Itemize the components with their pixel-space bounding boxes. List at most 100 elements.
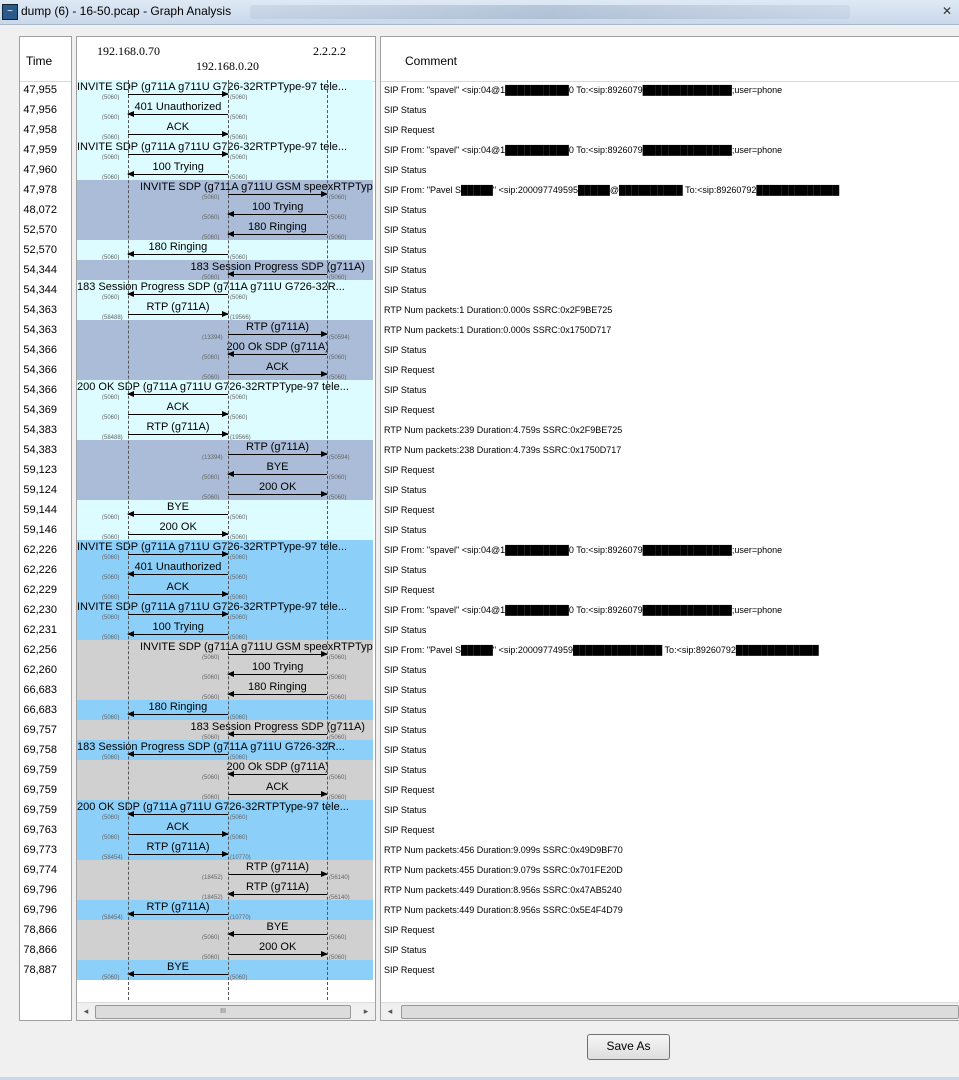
flow-message-row[interactable]: 183 Session Progress SDP (g711A) (5060) (5… — [77, 720, 373, 741]
comment-cell[interactable]: SIP Request — [381, 580, 959, 600]
time-cell[interactable]: 78,866 — [20, 920, 71, 940]
flow-message-row[interactable]: INVITE SDP (g711A g711U G726-32RTPType-9… — [77, 600, 373, 621]
comment-cell[interactable]: SIP Status — [381, 260, 959, 280]
time-cell[interactable]: 69,763 — [20, 820, 71, 840]
flow-message-row[interactable]: 100 Trying (5060) (5060) — [77, 160, 373, 181]
time-cell[interactable]: 62,226 — [20, 560, 71, 580]
flow-message-row[interactable]: RTP (g711A) (58454) (10770) — [77, 900, 373, 921]
flow-message-row[interactable]: BYE (5060) (5060) — [77, 960, 373, 981]
flow-message-row[interactable]: RTP (g711A) (58488) (19566) — [77, 420, 373, 441]
flow-message-row[interactable]: 200 OK (5060) (5060) — [77, 480, 373, 501]
comment-cell[interactable]: SIP Request — [381, 500, 959, 520]
flow-message-row[interactable]: 183 Session Progress SDP (g711A g711U G7… — [77, 280, 373, 301]
flow-message-row[interactable]: RTP (g711A) (13394) (50594) — [77, 320, 373, 341]
flow-message-row[interactable]: 100 Trying (5060) (5060) — [77, 620, 373, 641]
comment-cell[interactable]: SIP Request — [381, 920, 959, 940]
flow-message-row[interactable]: ACK (5060) (5060) — [77, 360, 373, 381]
comment-horizontal-scrollbar[interactable]: ◂ — [381, 1002, 959, 1020]
time-cell[interactable]: 54,344 — [20, 280, 71, 300]
comment-cell[interactable]: SIP Status — [381, 100, 959, 120]
comment-cell[interactable]: RTP Num packets:455 Duration:9.079s SSRC… — [381, 860, 959, 880]
time-cell[interactable]: 78,887 — [20, 960, 71, 980]
scroll-left-arrow-icon[interactable]: ◂ — [383, 1004, 397, 1018]
time-cell[interactable]: 66,683 — [20, 700, 71, 720]
time-cell[interactable]: 52,570 — [20, 240, 71, 260]
flow-message-row[interactable]: INVITE SDP (g711A g711U G726-32RTPType-9… — [77, 80, 373, 101]
time-cell[interactable]: 59,124 — [20, 480, 71, 500]
time-cell[interactable]: 59,146 — [20, 520, 71, 540]
flow-message-row[interactable]: 200 OK (5060) (5060) — [77, 940, 373, 961]
flow-message-row[interactable]: BYE (5060) (5060) — [77, 460, 373, 481]
comment-cell[interactable]: RTP Num packets:1 Duration:0.000s SSRC:0… — [381, 320, 959, 340]
comment-cell[interactable]: SIP Status — [381, 520, 959, 540]
time-cell[interactable]: 47,958 — [20, 120, 71, 140]
flow-message-row[interactable]: 100 Trying (5060) (5060) — [77, 660, 373, 681]
time-cell[interactable]: 54,344 — [20, 260, 71, 280]
time-cell[interactable]: 59,123 — [20, 460, 71, 480]
flow-message-row[interactable]: 200 Ok SDP (g711A) (5060) (5060) — [77, 340, 373, 361]
flow-message-row[interactable]: INVITE SDP (g711A g711U G726-32RTPType-9… — [77, 540, 373, 561]
time-cell[interactable]: 66,683 — [20, 680, 71, 700]
flow-message-row[interactable]: 180 Ringing (5060) (5060) — [77, 700, 373, 721]
flow-message-row[interactable]: BYE (5060) (5060) — [77, 500, 373, 521]
time-cell[interactable]: 69,757 — [20, 720, 71, 740]
time-cell[interactable]: 59,144 — [20, 500, 71, 520]
close-button[interactable]: ✕ — [939, 3, 955, 19]
flow-message-row[interactable]: 180 Ringing (5060) (5060) — [77, 240, 373, 261]
flow-message-row[interactable]: 180 Ringing (5060) (5060) — [77, 220, 373, 241]
comment-cell[interactable]: SIP Status — [381, 240, 959, 260]
flow-message-row[interactable]: 200 OK SDP (g711A g711U G726-32RTPType-9… — [77, 800, 373, 821]
time-cell[interactable]: 69,796 — [20, 900, 71, 920]
flow-message-row[interactable]: 200 OK SDP (g711A g711U G726-32RTPType-9… — [77, 380, 373, 401]
comment-cell[interactable]: SIP Status — [381, 220, 959, 240]
time-column-panel[interactable]: Time 47,955 47,956 47,958 47,959 47,960 47,97… — [19, 36, 72, 1021]
flow-message-row[interactable]: ACK (5060) (5060) — [77, 400, 373, 421]
comment-column-panel[interactable]: Comment SIP From: "spavel" <sip:04@1████… — [380, 36, 959, 1021]
time-cell[interactable]: 52,570 — [20, 220, 71, 240]
time-cell[interactable]: 54,363 — [20, 300, 71, 320]
comment-cell[interactable]: RTP Num packets:456 Duration:9.099s SSRC… — [381, 840, 959, 860]
comment-cell[interactable]: RTP Num packets:239 Duration:4.759s SSRC… — [381, 420, 959, 440]
time-cell[interactable]: 54,363 — [20, 320, 71, 340]
flow-message-row[interactable]: 100 Trying (5060) (5060) — [77, 200, 373, 221]
time-cell[interactable]: 48,072 — [20, 200, 71, 220]
flow-message-row[interactable]: 401 Unauthorized (5060) (5060) — [77, 100, 373, 121]
comment-cell[interactable]: SIP Status — [381, 380, 959, 400]
comment-cell[interactable]: SIP Request — [381, 360, 959, 380]
comment-cell[interactable]: SIP Status — [381, 340, 959, 360]
comment-cell[interactable]: RTP Num packets:449 Duration:8.956s SSRC… — [381, 900, 959, 920]
time-cell[interactable]: 54,366 — [20, 380, 71, 400]
scrollbar-thumb[interactable] — [401, 1005, 959, 1019]
time-cell[interactable]: 54,366 — [20, 340, 71, 360]
time-cell[interactable]: 69,796 — [20, 880, 71, 900]
flow-message-row[interactable]: RTP (g711A) (13394) (50594) — [77, 440, 373, 461]
time-cell[interactable]: 69,759 — [20, 800, 71, 820]
time-cell[interactable]: 54,369 — [20, 400, 71, 420]
time-cell[interactable]: 54,383 — [20, 440, 71, 460]
comment-cell[interactable]: SIP From: "Pavel S█████" <sip:2000977495… — [381, 180, 959, 200]
comment-cell[interactable]: SIP Status — [381, 560, 959, 580]
time-cell[interactable]: 69,758 — [20, 740, 71, 760]
comment-cell[interactable]: RTP Num packets:1 Duration:0.000s SSRC:0… — [381, 300, 959, 320]
time-cell[interactable]: 62,256 — [20, 640, 71, 660]
comment-cell[interactable]: SIP Status — [381, 200, 959, 220]
comment-cell[interactable]: SIP Status — [381, 760, 959, 780]
comment-cell[interactable]: SIP Status — [381, 620, 959, 640]
time-cell[interactable]: 69,759 — [20, 760, 71, 780]
flow-message-row[interactable]: RTP (g711A) (18452) (56140) — [77, 860, 373, 881]
comment-cell[interactable]: SIP From: "spavel" <sip:04@1██████████0 … — [381, 80, 959, 100]
comment-cell[interactable]: SIP From: "spavel" <sip:04@1██████████0 … — [381, 140, 959, 160]
time-cell[interactable]: 62,229 — [20, 580, 71, 600]
comment-cell[interactable]: SIP Status — [381, 740, 959, 760]
scrollbar-thumb[interactable]: III — [95, 1005, 351, 1019]
time-cell[interactable]: 69,773 — [20, 840, 71, 860]
comment-cell[interactable]: SIP Request — [381, 820, 959, 840]
comment-cell[interactable]: SIP From: "Pavel S█████" <sip:2000977495… — [381, 640, 959, 660]
time-cell[interactable]: 62,260 — [20, 660, 71, 680]
comment-cell[interactable]: SIP Request — [381, 780, 959, 800]
flow-message-row[interactable]: ACK (5060) (5060) — [77, 780, 373, 801]
flow-message-row[interactable]: 180 Ringing (5060) (5060) — [77, 680, 373, 701]
comment-cell[interactable]: SIP Status — [381, 680, 959, 700]
scroll-left-arrow-icon[interactable]: ◂ — [79, 1004, 93, 1018]
comment-cell[interactable]: SIP Status — [381, 700, 959, 720]
